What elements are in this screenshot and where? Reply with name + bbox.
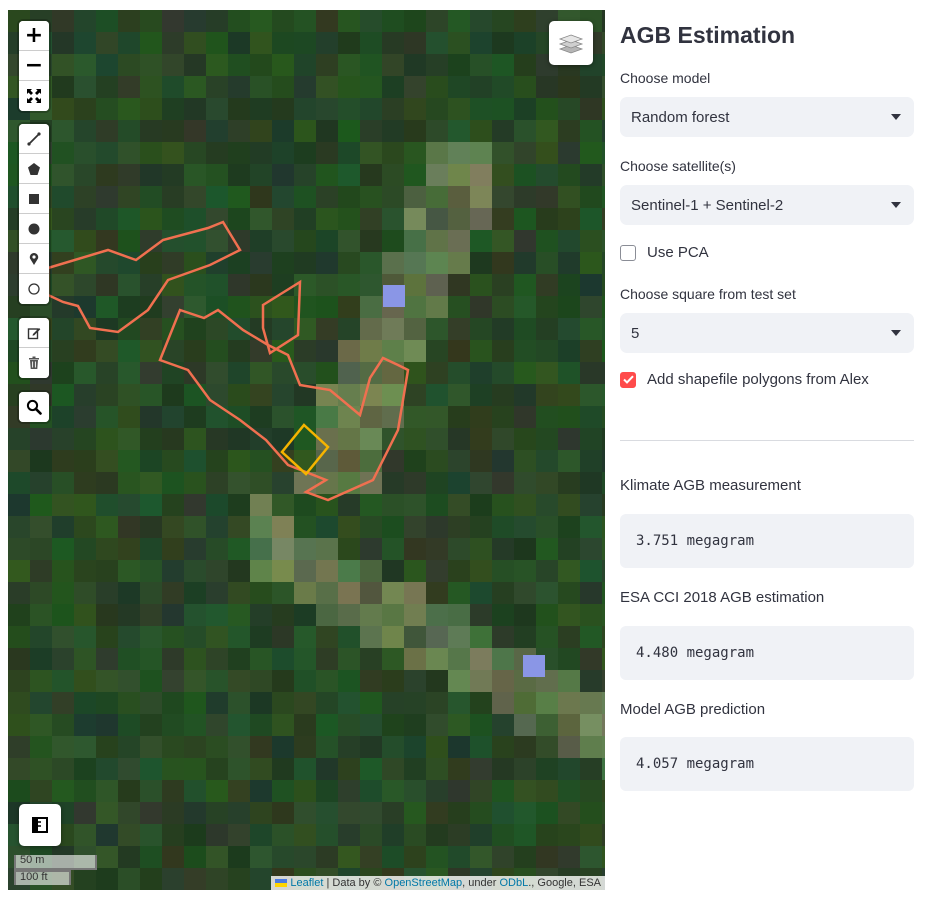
zoom-out-button[interactable]: − — [19, 51, 49, 81]
map-attribution: Leaflet | Data by © OpenStreetMap, under… — [271, 876, 605, 890]
leaflet-link[interactable]: Leaflet — [290, 877, 323, 889]
model-agb-label: Model AGB prediction — [620, 701, 766, 718]
checkmark-icon — [622, 375, 634, 384]
minus-icon: − — [24, 52, 44, 78]
polygon-icon — [28, 162, 40, 175]
layers-icon — [558, 34, 584, 54]
edit-toolbar — [19, 318, 49, 378]
square-select[interactable]: 5 — [620, 313, 914, 353]
zoom-control: + − — [19, 21, 49, 111]
attribution-text: , under — [462, 877, 500, 889]
edit-icon — [27, 327, 41, 339]
satellite-select-value: Sentinel-1 + Sentinel-2 — [631, 196, 784, 214]
shapefile-checkbox[interactable]: Add shapefile polygons from Alex — [620, 371, 869, 388]
scale-bar-imperial: 100 ft — [14, 870, 71, 885]
ukraine-flag-icon — [275, 879, 288, 887]
search-icon — [26, 399, 42, 415]
satellite-select[interactable]: Sentinel-1 + Sentinel-2 — [620, 185, 914, 225]
search-control — [19, 392, 49, 422]
shapefile-label: Add shapefile polygons from Alex — [647, 371, 869, 388]
use-pca-label: Use PCA — [647, 244, 709, 261]
draw-circle-button[interactable] — [19, 214, 49, 244]
scale-bar-metric: 50 m — [14, 855, 97, 870]
page-title: AGB Estimation — [620, 22, 796, 48]
fullscreen-button[interactable] — [19, 81, 49, 111]
draw-marker-button[interactable] — [19, 244, 49, 274]
osm-link[interactable]: OpenStreetMap — [385, 877, 463, 889]
layers-control-button[interactable] — [549, 21, 593, 65]
attribution-text: ., Google, ESA — [528, 877, 601, 889]
ruler-icon — [32, 817, 48, 833]
square-select-label: Choose square from test set — [620, 286, 796, 302]
chevron-down-icon — [891, 202, 901, 208]
forest-plot-polygon — [46, 220, 242, 334]
zoom-in-button[interactable]: + — [19, 21, 49, 51]
draw-toolbar — [19, 124, 49, 304]
delete-layers-button[interactable] — [19, 348, 49, 378]
chevron-down-icon — [891, 330, 901, 336]
rectangle-icon — [29, 193, 39, 204]
forest-plot-polygon — [158, 308, 410, 502]
draw-rectangle-button[interactable] — [19, 184, 49, 214]
fullscreen-icon — [27, 89, 41, 103]
odbl-link[interactable]: ODbL — [499, 877, 528, 889]
esa-agb-value: 4.480 megagram — [620, 626, 914, 680]
square-select-value: 5 — [631, 324, 640, 342]
klimate-agb-value: 3.751 megagram — [620, 514, 914, 568]
circle-icon — [28, 223, 40, 234]
klimate-agb-label: Klimate AGB measurement — [620, 477, 801, 494]
attribution-text: | Data by © — [323, 877, 385, 889]
marker-icon — [29, 252, 39, 265]
map-view[interactable]: + − 50 m 100 ft Leaflet | Data by © Open… — [8, 10, 605, 890]
measure-button[interactable] — [19, 804, 61, 846]
use-pca-checkbox[interactable]: Use PCA — [620, 244, 709, 261]
map-overlays — [46, 220, 410, 502]
chevron-down-icon — [891, 114, 901, 120]
satellite-select-label: Choose satellite(s) — [620, 158, 736, 174]
model-select-value: Random forest — [631, 108, 730, 126]
trash-icon — [29, 356, 39, 369]
forest-plot-polygon — [261, 279, 302, 355]
draw-polyline-button[interactable] — [19, 124, 49, 154]
model-select[interactable]: Random forest — [620, 97, 914, 137]
draw-polygon-button[interactable] — [19, 154, 49, 184]
edit-layers-button[interactable] — [19, 318, 49, 348]
circle-marker-icon — [28, 283, 40, 295]
search-button[interactable] — [19, 392, 49, 422]
checkbox-box[interactable] — [620, 244, 636, 261]
polyline-icon — [27, 131, 41, 146]
divider — [620, 440, 914, 441]
model-select-label: Choose model — [620, 70, 711, 86]
draw-circlemarker-button[interactable] — [19, 274, 49, 304]
model-agb-value: 4.057 megagram — [620, 737, 914, 791]
plus-icon: + — [24, 22, 44, 48]
esa-agb-label: ESA CCI 2018 AGB estimation — [620, 589, 825, 606]
checkbox-box[interactable] — [620, 371, 636, 388]
